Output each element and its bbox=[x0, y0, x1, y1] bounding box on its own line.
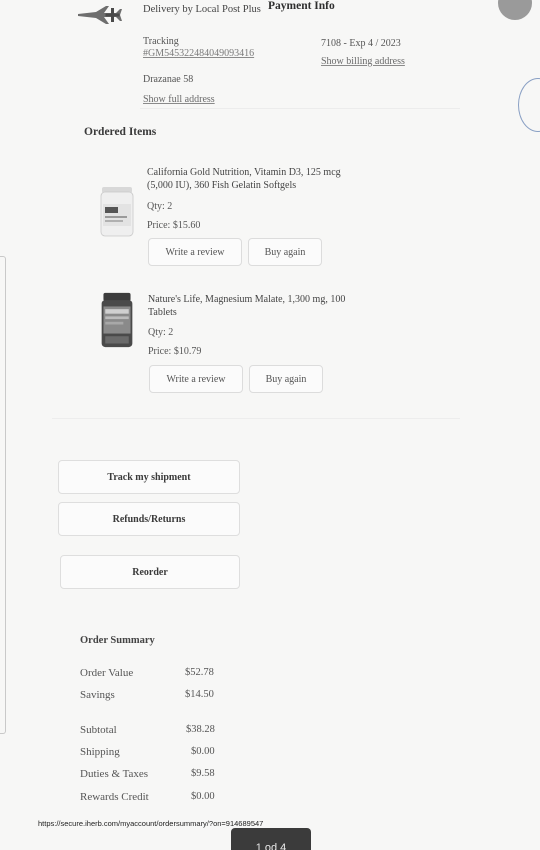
show-billing-address-link[interactable]: Show billing address bbox=[321, 56, 405, 67]
summary-value-subtotal: $38.28 bbox=[186, 724, 215, 735]
avatar[interactable] bbox=[498, 0, 532, 20]
address-line: Drazanae 58 bbox=[143, 74, 194, 85]
left-edge-frame bbox=[0, 256, 6, 734]
divider bbox=[52, 418, 460, 419]
buy-again-button[interactable]: Buy again bbox=[248, 238, 322, 266]
summary-value-duties-taxes: $9.58 bbox=[191, 768, 215, 779]
item-name: Nature's Life, Magnesium Malate, 1,300 m… bbox=[148, 294, 346, 318]
magnesium-product-image[interactable] bbox=[98, 292, 136, 348]
edge-decoration bbox=[518, 78, 540, 132]
vitamin-d3-product-image[interactable] bbox=[98, 184, 136, 240]
buy-again-button[interactable]: Buy again bbox=[249, 365, 323, 393]
summary-label-rewards-credit: Rewards Credit bbox=[80, 791, 149, 803]
write-review-button[interactable]: Write a review bbox=[148, 238, 242, 266]
summary-value-rewards-credit: $0.00 bbox=[191, 791, 215, 802]
tracking-number-link[interactable]: #GM545322484049093416 bbox=[143, 48, 254, 59]
divider bbox=[140, 108, 460, 109]
item-price: Price: $15.60 bbox=[147, 220, 201, 231]
summary-label-order-value: Order Value bbox=[80, 667, 134, 679]
summary-label-savings: Savings bbox=[80, 689, 115, 701]
write-review-button[interactable]: Write a review bbox=[149, 365, 243, 393]
delivery-method: Delivery by Local Post Plus bbox=[143, 4, 261, 15]
payment-info-heading: Payment Info bbox=[268, 0, 335, 12]
track-shipment-button[interactable]: Track my shipment bbox=[58, 460, 240, 494]
item-name: California Gold Nutrition, Vitamin D3, 1… bbox=[147, 167, 341, 191]
summary-value-savings: $14.50 bbox=[185, 689, 214, 700]
page-indicator: 1 od 4 bbox=[231, 828, 311, 850]
reorder-button[interactable]: Reorder bbox=[60, 555, 240, 589]
page-url-footer: https://secure.iherb.com/myaccount/order… bbox=[38, 819, 264, 828]
summary-value-order-value: $52.78 bbox=[185, 667, 214, 678]
summary-label-duties-taxes: Duties & Taxes bbox=[80, 768, 149, 780]
airplane-shipping-icon bbox=[78, 6, 122, 24]
summary-label-subtotal: Subtotal bbox=[80, 724, 117, 736]
summary-label-shipping: Shipping bbox=[80, 746, 120, 758]
show-full-address-link[interactable]: Show full address bbox=[143, 94, 215, 105]
tracking-label: Tracking bbox=[143, 36, 179, 47]
item-quantity: Qty: 2 bbox=[147, 201, 173, 212]
item-price: Price: $10.79 bbox=[148, 346, 202, 357]
summary-value-shipping: $0.00 bbox=[191, 746, 215, 757]
order-summary-heading: Order Summary bbox=[80, 635, 155, 646]
refunds-returns-button[interactable]: Refunds/Returns bbox=[58, 502, 240, 536]
item-quantity: Qty: 2 bbox=[148, 327, 174, 338]
ordered-items-heading: Ordered Items bbox=[84, 126, 157, 138]
card-info: 7108 - Exp 4 / 2023 bbox=[321, 38, 401, 49]
